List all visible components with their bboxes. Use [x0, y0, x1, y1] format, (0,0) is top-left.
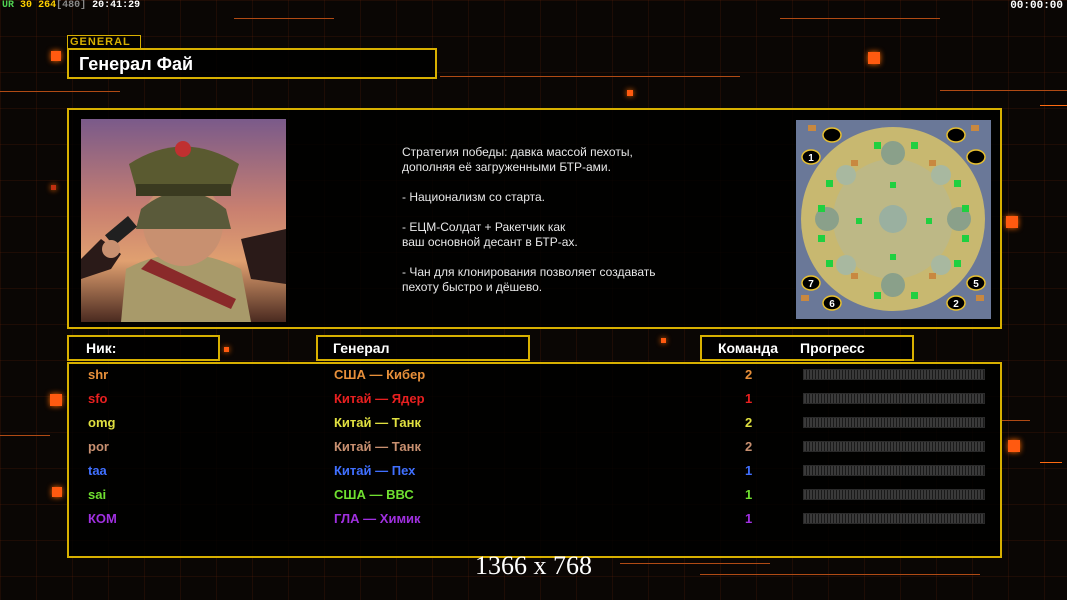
header-general: Генерал [316, 335, 530, 361]
header-team-label: Команда [718, 340, 778, 356]
deco-line [1040, 105, 1067, 106]
player-row: sai США — ВВС 1 [69, 484, 1000, 508]
player-team: 1 [745, 463, 753, 478]
player-progress-bar [803, 441, 985, 452]
deco-light [661, 338, 666, 343]
player-team: 2 [745, 415, 753, 430]
deco-light [1006, 216, 1018, 228]
general-portrait [81, 119, 286, 322]
minimap: 1 5 6 7 2 [796, 120, 991, 319]
deco-line [1040, 462, 1062, 463]
player-team: 1 [745, 487, 753, 502]
general-info-panel: Стратегия победы: давка массой пехоты, д… [67, 108, 1002, 329]
start-pos-5: 5 [973, 279, 979, 290]
player-progress-bar [803, 417, 985, 428]
header-progress-label: Прогресс [800, 340, 865, 356]
deco-light [50, 394, 62, 406]
player-general: Китай — Пех [334, 463, 416, 478]
resolution-overlay: 1366 x 768 [475, 551, 592, 580]
deco-light [224, 347, 229, 352]
portrait-image [81, 119, 286, 322]
header-team-progress: Команда Прогресс [700, 335, 914, 361]
player-general: Китай — Танк [334, 415, 421, 430]
player-team: 1 [745, 391, 753, 406]
start-pos-1: 1 [808, 153, 814, 164]
header-nick: Ник: [67, 335, 220, 361]
deco-light [868, 52, 880, 64]
ur-label: UR [2, 0, 15, 11]
deco-light [51, 185, 56, 190]
deco-line [440, 76, 740, 77]
deco-line [0, 435, 50, 436]
deco-light [627, 90, 633, 96]
deco-line [1000, 420, 1030, 421]
deco-line [780, 18, 940, 19]
deco-line [0, 91, 120, 92]
start-pos-2: 2 [953, 299, 959, 310]
player-row: taa Китай — Пех 1 [69, 460, 1000, 484]
players-panel: shr США — Кибер 2 sfo Китай — Ядер 1 omg Китай … [67, 362, 1002, 558]
player-nick: taa [88, 463, 107, 478]
player-row: shr США — Кибер 2 [69, 364, 1000, 388]
player-general: ГЛА — Химик [334, 511, 421, 526]
player-team: 2 [745, 367, 753, 382]
general-name: Генерал Фай [79, 54, 194, 74]
player-progress-bar [803, 465, 985, 476]
player-team: 2 [745, 439, 753, 454]
player-nick: КОМ [88, 511, 117, 526]
player-row: КОМ ГЛА — Химик 1 [69, 508, 1000, 532]
deco-line [940, 90, 1067, 91]
perf-overlay: UR 30 264[480] 20:41:29 [2, 0, 140, 11]
player-general: Китай — Ядер [334, 391, 425, 406]
player-progress-bar [803, 369, 985, 380]
player-team: 1 [745, 511, 753, 526]
player-general: США — Кибер [334, 367, 426, 382]
minimap-image: 1 5 6 7 2 [796, 120, 991, 319]
player-row: omg Китай — Танк 2 [69, 412, 1000, 436]
player-general: США — ВВС [334, 487, 414, 502]
general-name-panel: Генерал Фай [67, 48, 437, 79]
clock: 20:41:29 [92, 0, 141, 11]
player-row: por Китай — Танк 2 [69, 436, 1000, 460]
player-general: Китай — Танк [334, 439, 421, 454]
deco-line [234, 18, 334, 19]
player-nick: por [88, 439, 109, 454]
start-pos-6: 6 [829, 299, 835, 310]
player-nick: shr [88, 367, 109, 382]
counter-bracket: [480] [56, 0, 87, 11]
deco-light [51, 51, 61, 61]
player-progress-bar [803, 489, 985, 500]
player-progress-bar [803, 393, 985, 404]
fps-value: 30 [20, 0, 33, 11]
game-timer: 00:00:00 [1010, 0, 1063, 12]
player-nick: sai [88, 487, 107, 502]
deco-light [52, 487, 62, 497]
player-nick: omg [88, 415, 116, 430]
header-general-label: Генерал [333, 340, 390, 356]
header-nick-label: Ник: [86, 340, 117, 356]
player-nick: sfo [88, 391, 108, 406]
player-row: sfo Китай — Ядер 1 [69, 388, 1000, 412]
deco-light [1008, 440, 1020, 452]
start-pos-7: 7 [808, 279, 814, 290]
counter-value: 264 [38, 0, 57, 11]
player-progress-bar [803, 513, 985, 524]
strategy-description: Стратегия победы: давка массой пехоты, д… [402, 145, 656, 294]
